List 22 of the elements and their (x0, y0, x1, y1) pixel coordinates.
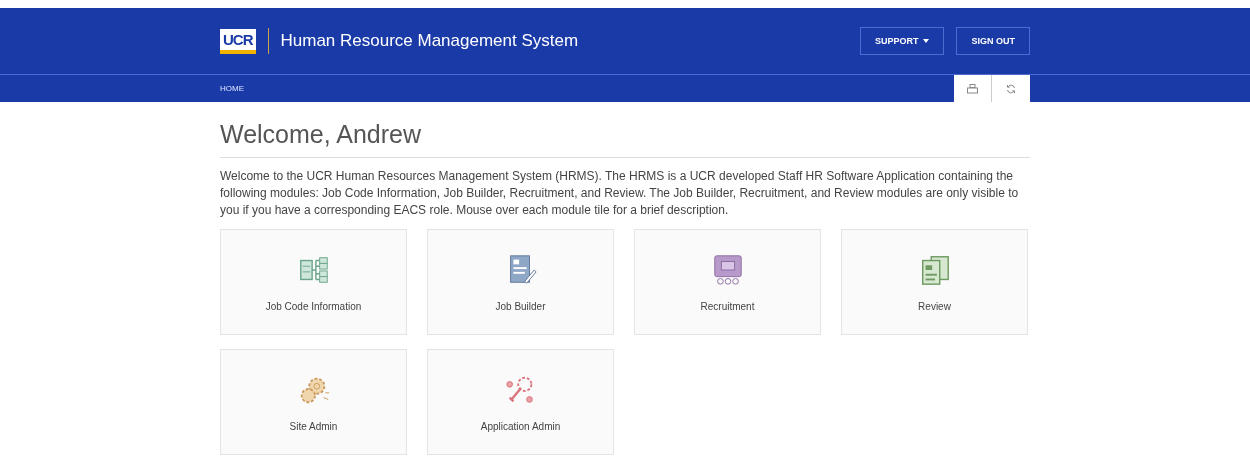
refresh-icon (1006, 83, 1016, 94)
app-title: Human Resource Management System (280, 31, 579, 51)
tile-label: Job Builder (495, 300, 546, 312)
tile-label: Review (918, 300, 951, 312)
module-tile[interactable]: Review (841, 229, 1028, 335)
module-tile[interactable]: Job Builder (427, 229, 614, 335)
logo: UCR (220, 28, 256, 54)
header-button[interactable]: SIGN OUT (956, 27, 1030, 55)
tile-label: Site Admin (289, 420, 338, 432)
page-heading: Welcome, Andrew (220, 120, 1030, 158)
tile-label: Application Admin (480, 420, 561, 432)
caret-icon (923, 39, 930, 43)
tile-label: Job Code Information (265, 300, 362, 312)
module-tile[interactable]: Application Admin (427, 349, 614, 455)
intro-text: Welcome to the UCR Human Resources Management System (HRMS). The HRMS is a UCR developed Staff HR Software Application containing the following modules: Job Code Information, Job Builder, Recruitment, and Review. The Job Builder, Recruitment, and Review modules are only visible to you if you have a corresponding EACS role. Mouse over each module tile for a brief description. (220, 168, 1020, 219)
module-tile[interactable]: Recruitment (634, 229, 821, 335)
module-tile[interactable]: Job Code Information (220, 229, 407, 335)
header-button[interactable]: SUPPORT (859, 27, 945, 55)
print-icon (967, 83, 978, 94)
tile-label: Recruitment (700, 300, 755, 312)
module-tile[interactable]: Site Admin (220, 349, 407, 455)
breadcrumb[interactable]: HOME (220, 84, 244, 93)
